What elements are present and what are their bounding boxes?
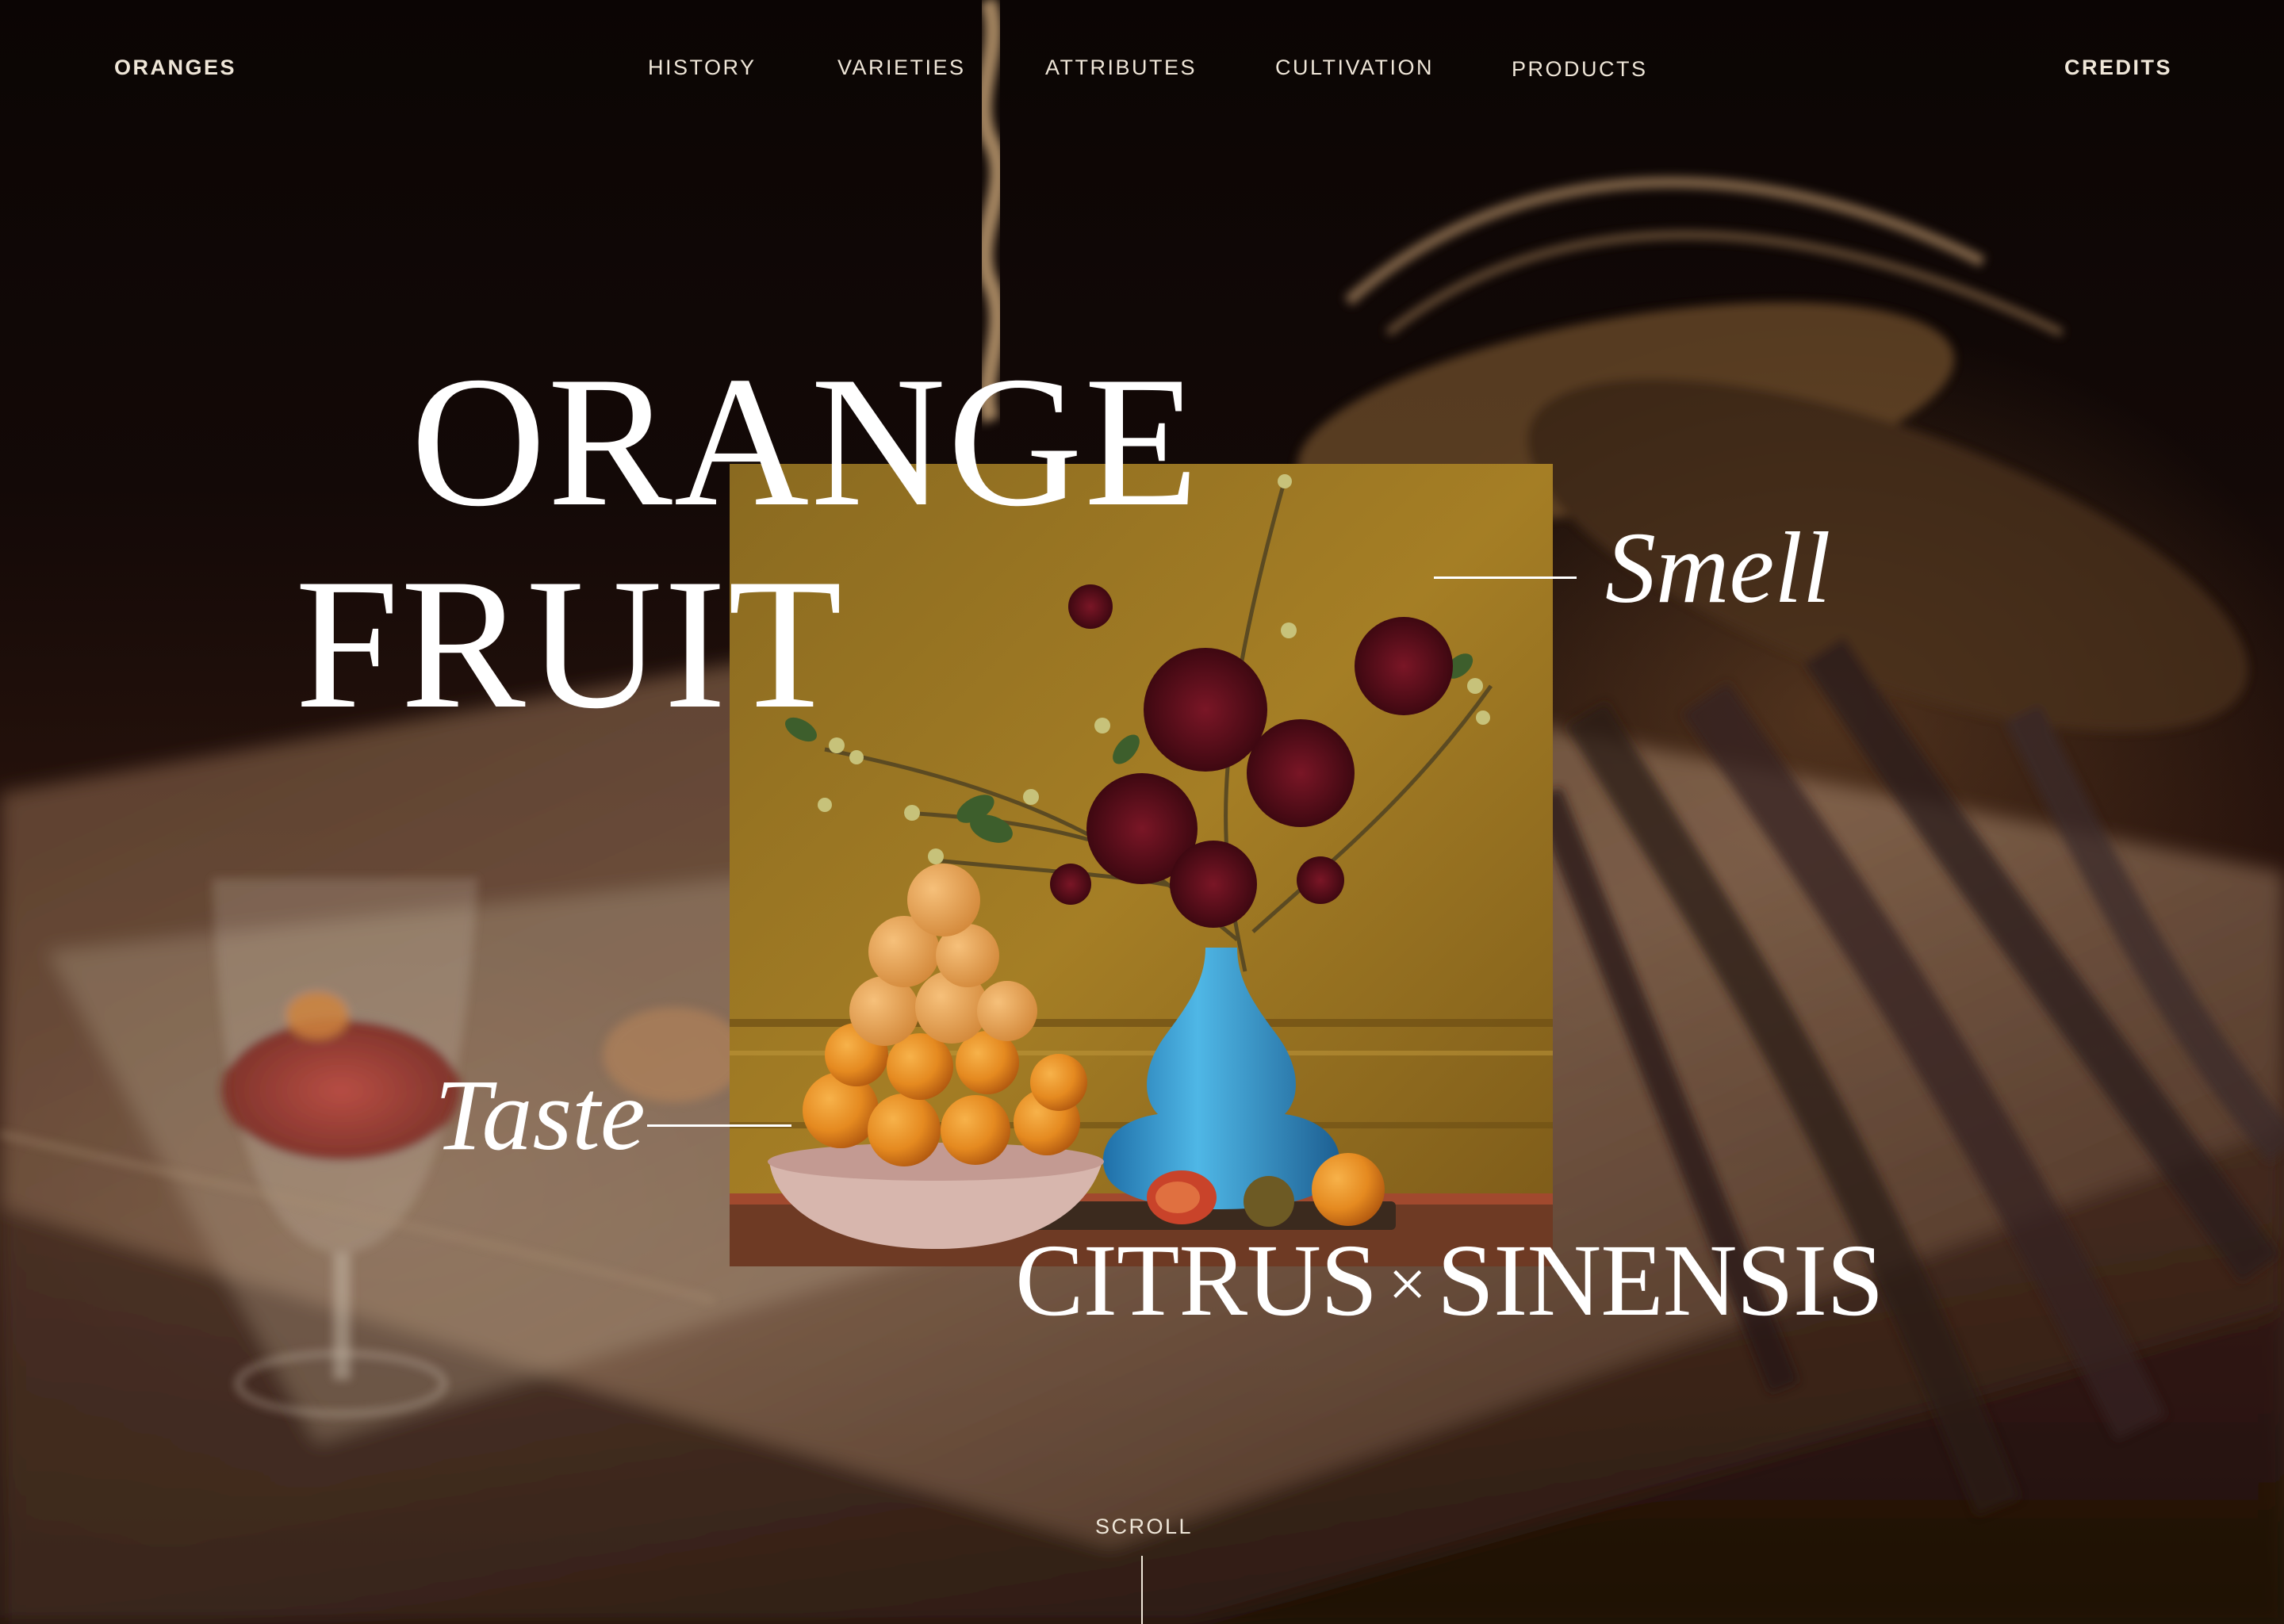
scroll-label[interactable]: SCROLL [1095,1515,1193,1539]
accent-taste: Taste [435,1059,646,1171]
nav-item-cultivation[interactable]: CULTIVATION [1275,56,1434,80]
nav-credits-link[interactable]: CREDITS [2064,56,2172,80]
smell-rule [1434,576,1577,579]
nav-item-products[interactable]: PRODUCTS [1512,57,1648,82]
still-life-photo [730,464,1553,1266]
scientific-name: CITRUS × SINENSIS [1015,1229,1884,1332]
scientific-cross: × [1388,1246,1427,1322]
nav-brand-link[interactable]: ORANGES [114,56,236,80]
nav-item-varieties[interactable]: VARIETIES [837,56,966,80]
still-life-art [730,464,1553,1266]
scientific-species: SINENSIS [1436,1224,1884,1338]
nav-item-attributes[interactable]: ATTRIBUTES [1045,56,1197,80]
page: ORANGES HISTORY VARIETIES ATTRIBUTES CUL… [0,0,2284,1624]
hero-title-line2: FRUIT [295,541,844,748]
nav-item-history[interactable]: HISTORY [648,56,757,80]
scroll-line [1141,1556,1143,1624]
hero-title-line1: ORANGE [411,339,1201,546]
taste-rule [647,1124,791,1127]
scientific-genus: CITRUS [1015,1224,1378,1338]
accent-smell: Smell [1605,511,1831,624]
